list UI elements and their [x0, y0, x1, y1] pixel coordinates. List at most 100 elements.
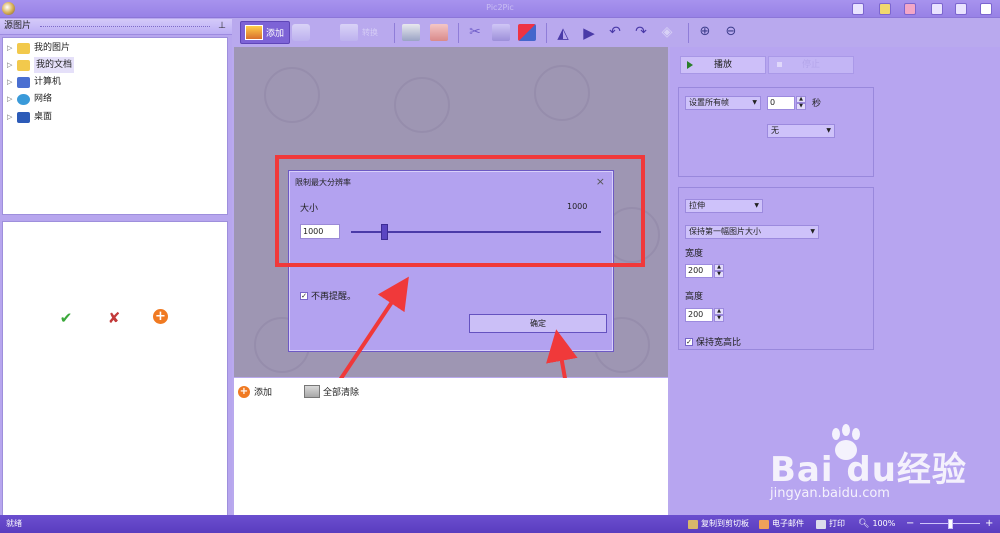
seconds-stepper[interactable]: ▲ ▼: [796, 96, 806, 110]
expand-arrow-icon[interactable]: ▷: [7, 109, 17, 125]
panel-grip[interactable]: [40, 26, 210, 28]
expand-arrow-icon[interactable]: ▷: [7, 57, 17, 73]
tree-item-pictures[interactable]: ▷ 我的图片: [7, 40, 70, 56]
checkbox-box[interactable]: ✓: [685, 337, 693, 346]
tree-item-label: 我的图片: [34, 43, 71, 53]
palette-icon[interactable]: [904, 3, 916, 15]
zoom-label: 100%: [872, 519, 896, 528]
pin-icon[interactable]: ⊥: [218, 19, 226, 34]
effect-select[interactable]: 无 ▼: [767, 124, 835, 138]
tree-item-network[interactable]: ▷ 网络: [7, 91, 52, 107]
skin-icon[interactable]: [852, 3, 864, 15]
flip-horizontal-icon[interactable]: ◭: [554, 24, 572, 42]
print-button[interactable]: 打印: [816, 515, 845, 533]
close-button[interactable]: [980, 3, 992, 15]
file-list[interactable]: [2, 221, 228, 533]
toolbar-separator: [546, 23, 547, 43]
app-icon: [2, 2, 15, 15]
play-icon: [687, 61, 693, 69]
maximize-button[interactable]: [955, 3, 967, 15]
checkbox-box[interactable]: ✓: [300, 291, 308, 300]
zoom-in-icon[interactable]: ⊕: [696, 24, 714, 41]
zoom-indicator: 🔍︎ 100%: [858, 515, 895, 533]
width-input[interactable]: 200: [685, 264, 713, 278]
source-panel-header: 源图片 ⊥: [0, 19, 232, 35]
seconds-unit: 秒: [812, 99, 822, 109]
rotate-left-icon[interactable]: ↶: [606, 24, 624, 41]
chevron-down-icon: ▼: [752, 99, 757, 106]
watermark-brand: Bai du经验: [770, 450, 967, 490]
folder-tree: ▷ 我的图片 ▷ 我的文档 ▷ 计算机 ▷ 网络 ▷ 桌面: [2, 37, 228, 215]
width-label: 宽度: [685, 249, 704, 259]
email-label: 电子邮件: [772, 519, 804, 528]
add-selected-button[interactable]: +: [153, 309, 169, 325]
pencil-icon[interactable]: [879, 3, 891, 15]
copy-label: 复制到剪切板: [701, 519, 749, 528]
effect-select-value: 无: [771, 126, 779, 135]
frame-select[interactable]: 设置所有帧 ▼: [685, 96, 761, 110]
tree-item-label: 桌面: [34, 112, 53, 122]
clear-all-label: 全部清除: [323, 388, 360, 398]
toolbar-separator: [458, 23, 459, 43]
email-icon[interactable]: [430, 24, 448, 41]
chevron-down-icon: ▼: [754, 202, 759, 209]
effects-icon[interactable]: ◈: [658, 24, 676, 41]
plus-icon: +: [153, 309, 168, 324]
flip-vertical-icon[interactable]: ▶: [580, 24, 598, 42]
copy-icon[interactable]: [492, 24, 510, 41]
add-picture-icon: [245, 25, 263, 40]
size-mode-select-value: 保持第一幅图片大小: [689, 227, 761, 236]
stop-button[interactable]: 停止: [768, 56, 854, 74]
ok-button[interactable]: 确定: [469, 314, 607, 333]
keep-ratio-checkbox[interactable]: ✓ 保持宽高比: [685, 335, 741, 348]
tree-item-desktop[interactable]: ▷ 桌面: [7, 109, 52, 125]
network-icon: [17, 93, 30, 105]
no-remind-checkbox[interactable]: ✓ 不再提醒。: [300, 289, 356, 302]
tree-item-computer[interactable]: ▷ 计算机: [7, 74, 61, 90]
print-icon[interactable]: [402, 24, 420, 41]
email-button[interactable]: 电子邮件: [759, 515, 804, 533]
seconds-input[interactable]: 0: [767, 96, 795, 110]
expand-arrow-icon[interactable]: ▷: [7, 74, 17, 90]
minimize-button[interactable]: [931, 3, 943, 15]
crop-icon[interactable]: [518, 24, 536, 41]
tree-item-documents[interactable]: ▷ 我的文档: [7, 57, 75, 73]
expand-arrow-icon[interactable]: ▷: [7, 40, 17, 56]
height-input[interactable]: 200: [685, 308, 713, 322]
convert-icon[interactable]: [340, 24, 358, 41]
print-icon: [816, 519, 826, 529]
zoom-plus-icon[interactable]: +: [985, 515, 993, 533]
image-list[interactable]: + 添加 全部清除: [234, 378, 668, 515]
width-stepper[interactable]: ▲ ▼: [714, 264, 724, 278]
height-stepper[interactable]: ▲ ▼: [714, 308, 724, 322]
zoom-minus-icon[interactable]: −: [906, 515, 914, 533]
toolbar-separator: [688, 23, 689, 43]
clear-all-button[interactable]: 全部清除: [304, 385, 359, 398]
stretch-select-value: 拉伸: [689, 201, 705, 210]
documents-folder-icon: [17, 59, 30, 71]
check-icon[interactable]: ✔: [58, 310, 74, 326]
copy-to-clipboard-button[interactable]: 复制到剪切板: [688, 515, 749, 533]
uncheck-icon[interactable]: ✘: [106, 310, 122, 326]
expand-arrow-icon[interactable]: ▷: [7, 91, 17, 107]
zoom-out-icon[interactable]: ⊖: [722, 24, 740, 41]
stop-icon: [777, 62, 782, 67]
size-mode-select[interactable]: 保持第一幅图片大小 ▼: [685, 225, 819, 239]
chevron-down-icon: ▼: [826, 127, 831, 134]
cut-icon[interactable]: ✂: [466, 24, 484, 41]
play-button[interactable]: 播放: [680, 56, 766, 74]
frame-settings-group: 设置所有帧 ▼ 0 ▲ ▼ 秒 无 ▼: [678, 87, 874, 177]
window-title: Pic2Pic: [486, 3, 514, 12]
stretch-select[interactable]: 拉伸 ▼: [685, 199, 763, 213]
download-icon[interactable]: [292, 24, 310, 41]
rotate-right-icon[interactable]: ↷: [632, 24, 650, 41]
title-bar: Pic2Pic: [0, 0, 1000, 18]
add-button[interactable]: 添加: [240, 21, 290, 44]
tree-item-label: 我的文档: [34, 57, 75, 73]
plus-icon: +: [238, 385, 250, 398]
chevron-down-icon: ▼: [810, 228, 815, 235]
background-pattern: [264, 67, 320, 123]
list-add-button[interactable]: + 添加: [238, 385, 272, 398]
zoom-slider-handle[interactable]: [948, 519, 953, 529]
clear-all-icon: [304, 385, 320, 398]
